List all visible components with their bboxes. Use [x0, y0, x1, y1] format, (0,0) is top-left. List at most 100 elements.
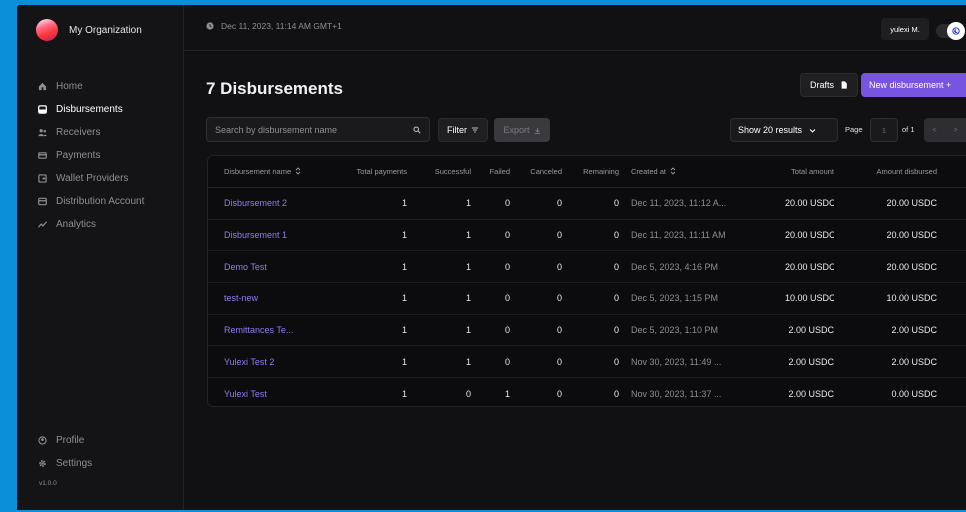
org-logo — [36, 19, 58, 41]
page-number-input[interactable]: 1 — [870, 118, 898, 142]
cell-failed: 0 — [504, 325, 510, 336]
table-row[interactable]: test-new 1 1 0 0 0 Dec 5, 2023, 1:15 PM … — [208, 283, 966, 315]
gear-icon — [38, 458, 56, 470]
table-row[interactable]: Yulexi Test 1 0 1 0 0 Nov 30, 2023, 11:3… — [208, 378, 966, 406]
sidebar: My Organization Home Disbursements Recei… — [17, 5, 184, 510]
drafts-button-label: Drafts — [809, 80, 834, 90]
cell-amount-disbursed: 20.00 USDC — [886, 230, 937, 241]
next-page-button[interactable]: > — [953, 127, 957, 134]
table-row[interactable]: Yulexi Test 2 1 1 0 0 0 Nov 30, 2023, 11… — [208, 346, 966, 379]
cell-total-payments: 1 — [401, 230, 407, 241]
filter-icon — [471, 127, 479, 133]
cell-total-amount: 20.00 USDC — [785, 198, 834, 209]
table-row[interactable]: Disbursement 1 1 1 0 0 0 Dec 11, 2023, 1… — [208, 220, 966, 252]
disbursement-name-link[interactable]: Yulexi Test — [208, 389, 323, 399]
org-name: My Organization — [69, 24, 142, 36]
profile-icon — [38, 435, 56, 447]
cell-total-payments: 1 — [401, 356, 407, 367]
cell-canceled: 0 — [556, 325, 562, 336]
search-box — [206, 117, 430, 142]
user-menu[interactable]: yulexi M. — [881, 18, 929, 40]
sidebar-item-payments[interactable]: Payments — [38, 144, 144, 167]
search-input[interactable] — [207, 118, 429, 141]
search-icon — [413, 126, 421, 134]
sidebar-bottom-nav: Profile Settings — [38, 429, 92, 475]
column-header-failed: Failed — [489, 167, 510, 176]
cell-created-at: Nov 30, 2023, 11:37 ... — [631, 388, 722, 399]
column-header-created-at[interactable]: Created at — [619, 167, 785, 176]
sidebar-item-analytics[interactable]: Analytics — [38, 213, 144, 236]
cell-total-amount: 20.00 USDC — [785, 261, 834, 272]
table-row[interactable]: Disbursement 2 1 1 0 0 0 Dec 11, 2023, 1… — [208, 188, 966, 220]
cell-remaining: 0 — [613, 230, 619, 241]
cell-successful: 0 — [465, 388, 471, 399]
cell-total-payments: 1 — [401, 388, 407, 399]
sidebar-item-label: Payments — [56, 150, 101, 161]
new-disbursement-button[interactable]: New disbursement + — [861, 73, 966, 97]
cell-remaining: 0 — [613, 198, 619, 209]
cell-remaining: 0 — [613, 325, 619, 336]
disbursement-name-link[interactable]: Remittances Te... — [208, 325, 323, 335]
cell-failed: 1 — [504, 388, 510, 399]
cell-canceled: 0 — [556, 261, 562, 272]
cell-successful: 1 — [465, 293, 471, 304]
export-button[interactable]: Export — [494, 118, 550, 142]
download-icon — [534, 127, 540, 134]
sidebar-item-profile[interactable]: Profile — [38, 429, 92, 452]
cell-total-amount: 20.00 USDC — [785, 230, 834, 241]
filter-button-label: Filter — [447, 125, 467, 135]
theme-toggle[interactable] — [936, 22, 965, 40]
cell-failed: 0 — [504, 230, 510, 241]
sidebar-item-wallet-providers[interactable]: Wallet Providers — [38, 167, 144, 190]
disbursement-name-link[interactable]: Disbursement 2 — [208, 198, 323, 208]
sidebar-item-disbursements[interactable]: Disbursements — [38, 98, 144, 121]
cell-total-payments: 1 — [401, 293, 407, 304]
cell-created-at: Dec 5, 2023, 1:15 PM — [631, 293, 719, 304]
column-header-amount-disbursed: Amount disbursed — [876, 167, 937, 176]
column-header-successful: Successful — [434, 167, 471, 176]
cell-amount-disbursed: 10.00 USDC — [886, 293, 937, 304]
clock-icon — [206, 22, 214, 30]
account-icon — [38, 196, 56, 208]
org-switcher[interactable]: My Organization — [36, 19, 142, 41]
cell-canceled: 0 — [556, 388, 562, 399]
disbursement-name-link[interactable]: test-new — [208, 293, 323, 303]
cell-amount-disbursed: 20.00 USDC — [886, 198, 937, 209]
analytics-icon — [38, 219, 56, 231]
cell-successful: 1 — [465, 356, 471, 367]
cell-failed: 0 — [504, 198, 510, 209]
disbursement-name-link[interactable]: Yulexi Test 2 — [208, 357, 323, 367]
table-row[interactable]: Remittances Te... 1 1 0 0 0 Dec 5, 2023,… — [208, 315, 966, 347]
filter-button[interactable]: Filter — [438, 118, 488, 142]
sidebar-item-label: Disbursements — [56, 104, 123, 115]
cell-successful: 1 — [465, 325, 471, 336]
cell-total-amount: 10.00 USDC — [785, 293, 834, 304]
cell-total-amount: 2.00 USDC — [788, 356, 834, 367]
sidebar-item-label: Distribution Account — [56, 196, 145, 207]
disbursement-name-link[interactable]: Demo Test — [208, 262, 323, 272]
column-header-name[interactable]: Disbursement name — [208, 167, 323, 176]
table-header: Disbursement name Total payments Success… — [208, 156, 966, 188]
cell-canceled: 0 — [556, 198, 562, 209]
sidebar-item-distribution-account[interactable]: Distribution Account — [38, 190, 144, 213]
disbursements-table: Disbursement name Total payments Success… — [207, 155, 966, 407]
disbursement-name-link[interactable]: Disbursement 1 — [208, 230, 323, 240]
datetime-text: Dec 11, 2023, 11:14 AM GMT+1 — [221, 21, 342, 31]
sidebar-item-label: Home — [56, 81, 83, 92]
prev-page-button[interactable]: < — [932, 127, 936, 134]
cell-created-at: Nov 30, 2023, 11:49 ... — [631, 356, 722, 367]
drafts-button[interactable]: Drafts — [800, 73, 858, 97]
sidebar-item-settings[interactable]: Settings — [38, 452, 92, 475]
topbar: Dec 11, 2023, 11:14 AM GMT+1 yulexi M. — [184, 5, 966, 51]
column-header-total-payments: Total payments — [356, 167, 407, 176]
results-per-page-select[interactable]: Show 20 results — [730, 118, 838, 142]
cell-created-at: Dec 5, 2023, 4:16 PM — [631, 261, 719, 272]
page-label: Page — [845, 125, 863, 134]
sidebar-item-receivers[interactable]: Receivers — [38, 121, 144, 144]
table-row[interactable]: Demo Test 1 1 0 0 0 Dec 5, 2023, 4:16 PM… — [208, 251, 966, 284]
page-title: 7 Disbursements — [206, 79, 343, 98]
cell-total-payments: 1 — [401, 261, 407, 272]
sidebar-item-home[interactable]: Home — [38, 75, 144, 98]
cell-amount-disbursed: 0.00 USDC — [891, 388, 937, 399]
cell-created-at: Dec 5, 2023, 1:10 PM — [631, 325, 719, 336]
